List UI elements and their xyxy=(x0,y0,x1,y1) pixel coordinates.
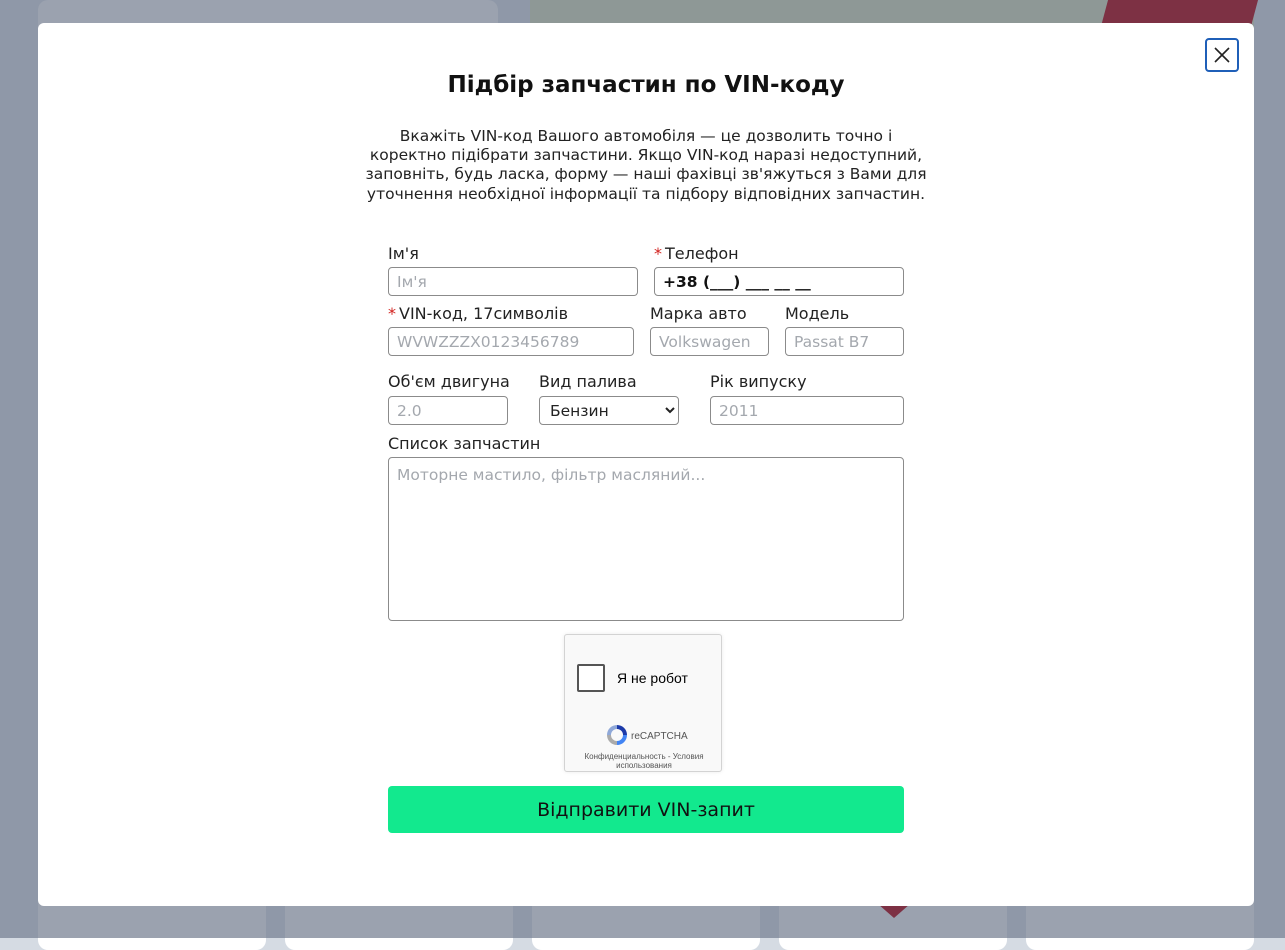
parts-label: Список запчастин xyxy=(388,434,541,453)
parts-textarea[interactable] xyxy=(388,457,904,621)
year-input[interactable] xyxy=(710,396,904,425)
modal-title: Підбір запчастин по VIN-коду xyxy=(447,72,845,98)
fuel-label: Вид палива xyxy=(539,372,637,391)
phone-label: * Телефон xyxy=(654,244,739,263)
recaptcha-logo-icon xyxy=(607,725,627,745)
phone-label-text: Телефон xyxy=(665,244,739,263)
brand-input[interactable] xyxy=(650,327,769,356)
submit-vin-button[interactable]: Відправити VIN-запит xyxy=(388,786,904,833)
vin-request-modal: Підбір запчастин по VIN-коду Вкажіть VIN… xyxy=(38,23,1254,906)
model-label: Модель xyxy=(785,304,850,323)
recaptcha-checkbox[interactable] xyxy=(577,664,605,692)
phone-input[interactable] xyxy=(654,267,904,296)
recaptcha-brand: reCAPTCHA xyxy=(631,731,688,742)
engine-label: Об'єм двигуна xyxy=(388,372,510,391)
recaptcha-widget: Я не робот reCAPTCHA Конфиденциальность … xyxy=(564,634,722,772)
close-button[interactable] xyxy=(1205,38,1239,72)
required-mark: * xyxy=(388,304,396,323)
fuel-select[interactable]: Бензин xyxy=(539,396,679,425)
name-input[interactable] xyxy=(388,267,638,296)
model-input[interactable] xyxy=(785,327,904,356)
close-icon xyxy=(1214,47,1230,63)
recaptcha-links[interactable]: Конфиденциальность - Условия использован… xyxy=(571,752,717,770)
vin-label-text: VIN-код, 17символів xyxy=(399,304,569,323)
vin-label: * VIN-код, 17символів xyxy=(388,304,568,323)
engine-input[interactable] xyxy=(388,396,508,425)
required-mark: * xyxy=(654,244,662,263)
year-label: Рік випуску xyxy=(710,372,807,391)
modal-description: Вкажіть VIN-код Вашого автомобіля — це д… xyxy=(365,127,927,203)
name-label: Ім'я xyxy=(388,244,419,263)
brand-label: Марка авто xyxy=(650,304,747,323)
vin-input[interactable] xyxy=(388,327,634,356)
recaptcha-label: Я не робот xyxy=(617,670,688,686)
